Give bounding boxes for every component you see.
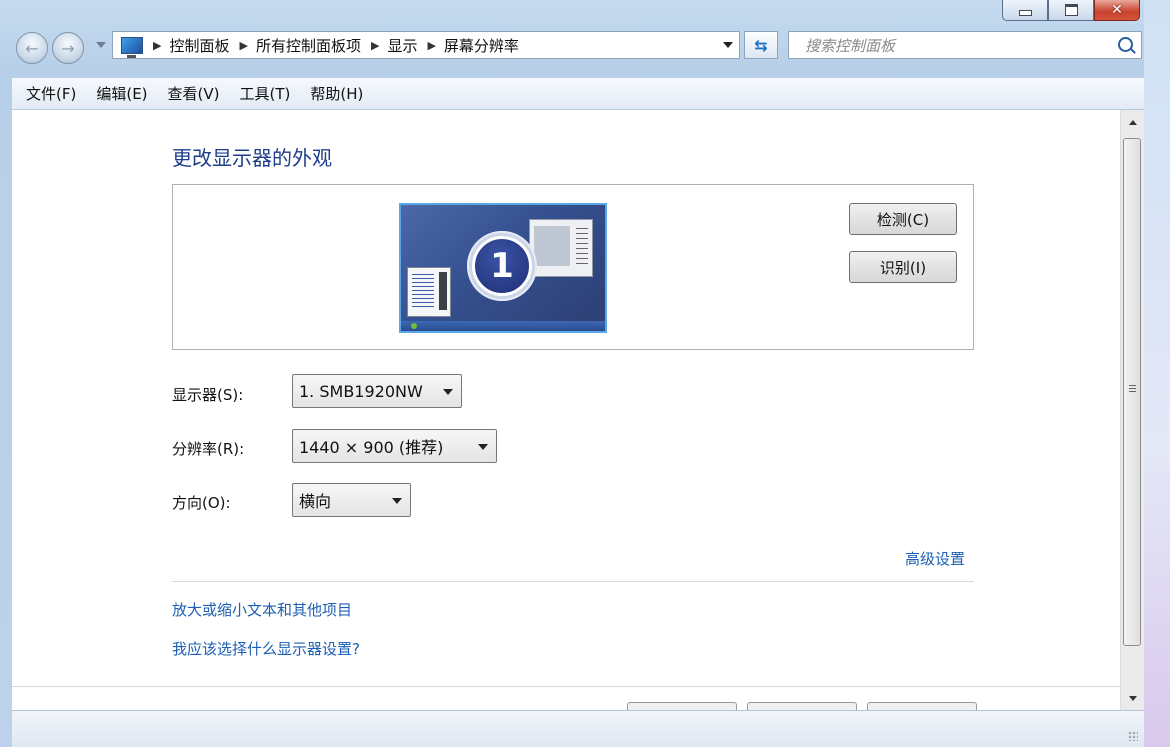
menu-tools[interactable]: 工具(T) — [240, 83, 291, 104]
breadcrumb: ▶ 控制面板 ▶ 所有控制面板项 ▶ 显示 ▶ 屏幕分辨率 — [143, 35, 519, 56]
menu-view[interactable]: 查看(V) — [168, 83, 220, 104]
identify-button[interactable]: 识别(I) — [849, 251, 957, 283]
back-button[interactable]: ← — [16, 32, 48, 64]
page-title: 更改显示器的外观 — [172, 146, 332, 170]
chevron-right-icon: ▶ — [427, 38, 436, 52]
menu-edit[interactable]: 编辑(E) — [96, 83, 147, 104]
window-thumbnail-icon — [407, 267, 451, 317]
forward-button[interactable]: → — [52, 32, 84, 64]
monitor-number-badge: 1 — [467, 231, 537, 301]
chevron-down-icon — [392, 498, 402, 504]
chevron-right-icon: ▶ — [153, 38, 162, 52]
monitor-number: 1 — [472, 236, 532, 296]
breadcrumb-screen-resolution[interactable]: 屏幕分辨率 — [444, 35, 519, 56]
display-select-value: 1. SMB1920NW — [299, 381, 423, 401]
monitor-thumbnail[interactable]: 1 — [399, 203, 607, 333]
search-box — [788, 31, 1142, 59]
advanced-settings-link[interactable]: 高级设置 — [905, 548, 965, 569]
divider — [12, 686, 1120, 687]
chevron-right-icon: ▶ — [370, 38, 380, 52]
chevron-down-icon — [478, 444, 488, 450]
navigation-bar: ← → ▶ 控制面板 ▶ 所有控制面板项 ▶ 显示 ▶ 屏幕分辨率 ⇆ — [0, 28, 1144, 68]
grip-icon — [1129, 385, 1136, 393]
resolution-select-value: 1440 × 900 (推荐) — [299, 438, 444, 457]
close-icon: ✕ — [1111, 2, 1123, 18]
search-input[interactable] — [803, 36, 1107, 56]
breadcrumb-display[interactable]: 显示 — [387, 35, 417, 56]
recent-pages-dropdown[interactable] — [96, 42, 106, 48]
menu-file[interactable]: 文件(F) — [26, 83, 76, 104]
status-bar — [12, 710, 1144, 747]
scroll-down-button[interactable] — [1121, 686, 1144, 710]
arrow-up-icon — [1128, 119, 1137, 125]
resolution-label: 分辨率(R): — [172, 440, 245, 458]
maximize-icon — [1064, 4, 1078, 16]
orientation-label: 方向(O): — [172, 494, 231, 512]
zoom-text-link[interactable]: 放大或缩小文本和其他项目 — [172, 599, 352, 620]
address-bar[interactable]: ▶ 控制面板 ▶ 所有控制面板项 ▶ 显示 ▶ 屏幕分辨率 — [112, 31, 740, 59]
desktop-edge — [1144, 0, 1170, 747]
vertical-scrollbar[interactable] — [1120, 110, 1144, 710]
chevron-right-icon: ▶ — [239, 38, 248, 52]
apply-button[interactable] — [867, 702, 977, 710]
cancel-button[interactable] — [747, 702, 857, 710]
breadcrumb-all-items[interactable]: 所有控制面板项 — [256, 35, 361, 56]
minimize-button[interactable] — [1002, 0, 1048, 21]
search-icon[interactable] — [1118, 37, 1133, 52]
taskbar-thumbnail — [401, 321, 605, 331]
chevron-down-icon — [443, 389, 453, 395]
display-select[interactable]: 1. SMB1920NW — [292, 374, 462, 408]
display-preview-panel: 1 检测(C) 识别(I) — [172, 184, 974, 350]
resolution-select[interactable]: 1440 × 900 (推荐) — [292, 429, 497, 463]
refresh-icon: ⇆ — [754, 35, 768, 55]
maximize-button[interactable] — [1048, 0, 1094, 21]
detect-button[interactable]: 检测(C) — [849, 203, 957, 235]
control-panel-icon — [121, 36, 143, 58]
close-button[interactable]: ✕ — [1094, 0, 1140, 21]
orientation-select[interactable]: 横向 — [292, 483, 411, 517]
main-content: 更改显示器的外观 1 检测(C) 识别(I) 显示器(S): 1. SMB192… — [12, 110, 1120, 710]
menu-help[interactable]: 帮助(H) — [310, 83, 363, 104]
arrow-left-icon: ← — [25, 38, 39, 58]
orientation-select-value: 横向 — [299, 492, 332, 511]
resize-grip-icon[interactable] — [1128, 731, 1138, 741]
menu-bar: 文件(F) 编辑(E) 查看(V) 工具(T) 帮助(H) — [12, 78, 1144, 110]
scroll-up-button[interactable] — [1121, 110, 1144, 134]
divider — [172, 581, 974, 582]
address-dropdown-icon[interactable] — [723, 42, 733, 48]
window-thumbnail-icon — [529, 219, 593, 277]
breadcrumb-control-panel[interactable]: 控制面板 — [169, 35, 229, 56]
display-help-link[interactable]: 我应该选择什么显示器设置? — [172, 638, 360, 659]
arrow-right-icon: → — [61, 38, 75, 58]
caption-buttons: ✕ — [1002, 0, 1140, 21]
arrow-down-icon — [1128, 695, 1137, 701]
ok-button[interactable] — [627, 702, 737, 710]
scrollbar-thumb[interactable] — [1123, 138, 1141, 646]
refresh-button[interactable]: ⇆ — [744, 31, 778, 59]
minimize-icon — [1018, 10, 1032, 16]
display-label: 显示器(S): — [172, 386, 244, 404]
